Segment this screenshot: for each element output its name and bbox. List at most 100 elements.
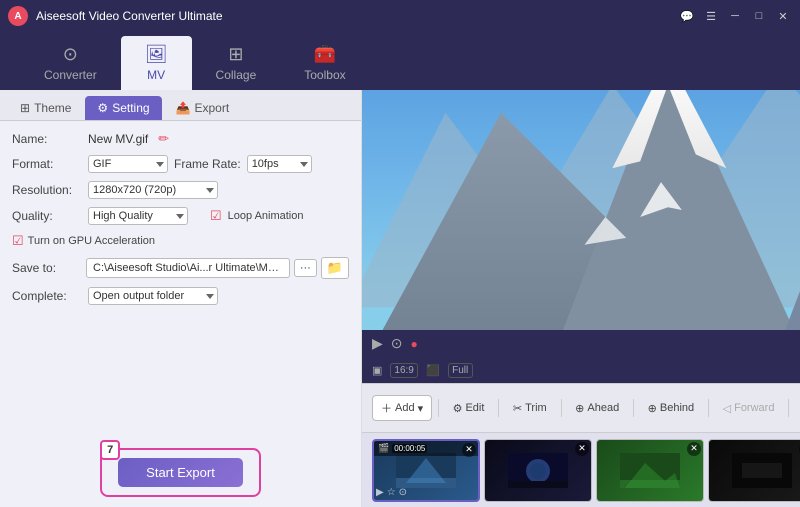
fit-select[interactable]: Full Fit: [448, 363, 473, 378]
trim-button[interactable]: ✂ Trim: [505, 398, 555, 419]
format-select[interactable]: GIF: [88, 155, 168, 173]
resolution-label: Resolution:: [12, 183, 82, 197]
ahead-label: Ahead: [587, 402, 619, 414]
collage-icon: ⊞: [228, 44, 243, 65]
clip4-svg: [732, 453, 792, 488]
stop-button[interactable]: ⊙: [391, 335, 403, 352]
loop-label: Loop Animation: [228, 210, 304, 222]
edit-icon: ⚙: [453, 402, 463, 415]
add-chevron-icon: ▾: [418, 402, 424, 415]
record-indicator: ●: [411, 337, 418, 351]
export-tab-icon: 📤: [176, 101, 191, 115]
forward-button[interactable]: ◁ Forward: [715, 398, 783, 419]
film-clip-4[interactable]: ✕: [708, 439, 800, 502]
main-content: ⊞ Theme ⚙ Setting 📤 Export Name: New MV.…: [0, 90, 800, 507]
add-button[interactable]: ＋ Add ▾: [372, 395, 432, 421]
mountain-svg: [362, 90, 800, 330]
resolution-select[interactable]: 1280x720 (720p): [88, 181, 218, 199]
framerate-select[interactable]: 10fps: [247, 155, 312, 173]
name-value: New MV.gif: [88, 132, 148, 146]
mv-icon: 🖼: [145, 44, 168, 65]
tab-collage-label: Collage: [216, 68, 257, 82]
aspect-label: ▣: [372, 364, 382, 377]
gpu-row: ☑ Turn on GPU Acceleration: [12, 233, 349, 249]
format-row: Format: GIF Frame Rate: 10fps: [12, 155, 349, 173]
name-label: Name:: [12, 132, 82, 146]
sub-tab-theme-label: Theme: [34, 101, 71, 115]
behind-label: Behind: [660, 402, 694, 414]
minimize-icon[interactable]: ─: [726, 7, 744, 25]
sub-tab-export-label: Export: [195, 101, 230, 115]
complete-select[interactable]: Open output folder: [88, 287, 218, 305]
menu-icon[interactable]: ☰: [702, 7, 720, 25]
add-label: Add: [395, 402, 415, 414]
video-controls: ▶ ⊙ ● 00:00:00.00/00:01:40.16 🔊: [362, 330, 800, 357]
clip1-type-icon: 🎬: [378, 443, 389, 454]
tab-mv[interactable]: 🖼 MV: [121, 36, 192, 90]
toolbox-icon: 🧰: [314, 44, 336, 65]
save-row: Save to: C:\Aiseesoft Studio\Ai...r Ulti…: [12, 257, 349, 279]
save-label: Save to:: [12, 261, 82, 275]
backward-button[interactable]: ▷ Backward: [795, 398, 800, 419]
behind-button[interactable]: ⊕ Behind: [640, 398, 702, 419]
sub-tab-export[interactable]: 📤 Export: [164, 96, 242, 120]
close-icon[interactable]: ✕: [774, 7, 792, 25]
clip1-close-btn[interactable]: ✕: [462, 443, 476, 457]
framerate-label: Frame Rate:: [174, 157, 241, 171]
loop-checkbox-icon[interactable]: ☑: [210, 208, 222, 224]
window-controls: 💬 ☰ ─ □ ✕: [678, 7, 792, 25]
play-button[interactable]: ▶: [372, 335, 383, 352]
clip1-crop-icon[interactable]: ⊙: [399, 487, 407, 498]
bottom-toolbar: ＋ Add ▾ ⚙ Edit ✂ Trim ⊕ Ahead ⊕ Behi: [362, 383, 800, 432]
gpu-checkbox-icon[interactable]: ☑: [12, 233, 24, 249]
ahead-button[interactable]: ⊕ Ahead: [567, 398, 627, 419]
name-row: Name: New MV.gif ✏: [12, 131, 349, 147]
clip1-controls: ▶ ☆ ⊙: [376, 487, 407, 498]
film-clip-3[interactable]: ✕: [596, 439, 704, 502]
clip1-play-icon[interactable]: ▶: [376, 487, 384, 498]
complete-label: Complete:: [12, 289, 82, 303]
sub-tab-theme[interactable]: ⊞ Theme: [8, 96, 83, 120]
app-title: Aiseesoft Video Converter Ultimate: [36, 9, 678, 23]
clip2-close-btn[interactable]: ✕: [575, 442, 589, 456]
clip1-star-icon[interactable]: ☆: [387, 487, 396, 498]
name-edit-icon[interactable]: ✏: [158, 131, 169, 147]
export-btn-outer: 7 Start Export: [100, 448, 261, 497]
edit-label: Edit: [465, 402, 484, 414]
start-export-button[interactable]: Start Export: [118, 458, 243, 487]
film-clip-1[interactable]: 🎬 00:00:05 ✕ ▶ ☆ ⊙: [372, 439, 480, 502]
video-preview: Aiseesoft Video Converter Ultimate: [362, 90, 800, 330]
forward-label: Forward: [734, 402, 774, 414]
sub-tab-setting[interactable]: ⚙ Setting: [85, 96, 161, 120]
clip3-close-btn[interactable]: ✕: [687, 442, 701, 456]
video-controls-row2: ▣ 16:9 4:3 1:1 ⬛ Full Fit Start Export: [362, 357, 800, 383]
film-clip-2[interactable]: ✕: [484, 439, 592, 502]
app-logo: A: [8, 6, 28, 26]
save-dots-btn[interactable]: ···: [294, 259, 317, 277]
tab-toolbox[interactable]: 🧰 Toolbox: [280, 36, 369, 90]
save-folder-icon[interactable]: 📁: [321, 257, 349, 279]
tab-converter-label: Converter: [44, 68, 97, 82]
edit-button[interactable]: ⚙ Edit: [445, 398, 493, 419]
format-label: Format:: [12, 157, 82, 171]
sub-tab-setting-label: Setting: [112, 101, 149, 115]
complete-row: Complete: Open output folder: [12, 287, 349, 305]
clip3-svg: [620, 453, 680, 488]
chat-icon[interactable]: 💬: [678, 7, 696, 25]
aspect-select[interactable]: 16:9 4:3 1:1: [390, 363, 418, 378]
export-button-area: 7 Start Export: [0, 438, 361, 507]
forward-icon: ◁: [723, 402, 731, 415]
maximize-icon[interactable]: □: [750, 7, 768, 25]
quality-row: Quality: High Quality ☑ Loop Animation: [12, 207, 349, 225]
sub-tabs: ⊞ Theme ⚙ Setting 📤 Export: [0, 90, 361, 121]
trim-label: Trim: [525, 402, 547, 414]
tab-mv-label: MV: [147, 68, 165, 82]
tab-collage[interactable]: ⊞ Collage: [192, 36, 281, 90]
fit-icon: ⬛: [426, 364, 440, 377]
clip2-svg: [508, 453, 568, 488]
form-area: Name: New MV.gif ✏ Format: GIF Frame Rat…: [0, 121, 361, 438]
clip1-time: 00:00:05: [392, 444, 427, 453]
tab-converter[interactable]: ⊙ Converter: [20, 36, 121, 90]
left-panel: ⊞ Theme ⚙ Setting 📤 Export Name: New MV.…: [0, 90, 362, 507]
quality-select[interactable]: High Quality: [88, 207, 188, 225]
